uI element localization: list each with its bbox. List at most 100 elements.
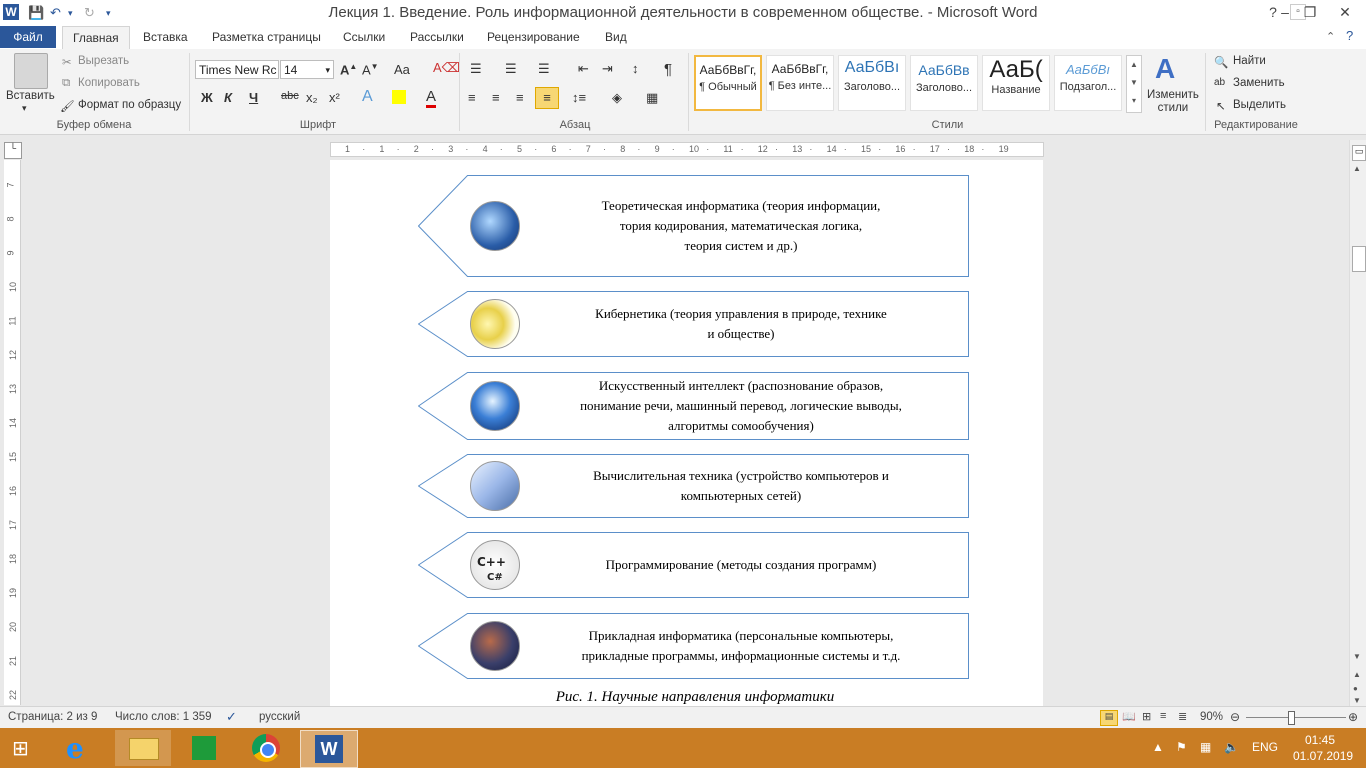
diagram-box[interactable]: C++ C# Программирование (методы создания п… bbox=[418, 532, 970, 598]
tab-review[interactable]: Рецензирование bbox=[477, 26, 590, 48]
word-taskbar-icon[interactable]: W bbox=[300, 730, 358, 768]
paste-dropdown-icon[interactable]: ▾ bbox=[22, 103, 27, 114]
zoom-in-icon[interactable]: ⊕ bbox=[1348, 710, 1358, 724]
web-layout-icon[interactable]: ⊞ bbox=[1142, 710, 1151, 723]
style-heading-2[interactable]: АаБбВв Заголово... bbox=[910, 55, 978, 111]
change-styles-button[interactable]: Изменить стили bbox=[1147, 89, 1199, 115]
document-page[interactable]: Теоретическая информатика (теория информ… bbox=[330, 160, 1043, 706]
scroll-down-icon[interactable]: ▼ bbox=[1353, 652, 1361, 661]
page-count[interactable]: Страница: 2 из 9 bbox=[8, 711, 97, 723]
numbering-icon[interactable]: ☰ bbox=[505, 61, 517, 77]
text-effects-icon[interactable]: A bbox=[362, 88, 373, 106]
bold-button[interactable]: Ж bbox=[201, 90, 213, 105]
find-button[interactable]: Найти bbox=[1233, 55, 1266, 67]
replace-button[interactable]: Заменить bbox=[1233, 77, 1285, 89]
horizontal-ruler[interactable]: 1 · 1 · 2 · 3 · 4 · 5 · 6 · 7 · 8 · 9 · 10 · 11 · 12 · 13 · 14 · 15 · 16… bbox=[330, 142, 1044, 157]
input-language[interactable]: ENG bbox=[1252, 740, 1278, 754]
font-color-icon[interactable]: A bbox=[426, 88, 437, 108]
diagram-box[interactable]: Искусственный интеллект (распознование о… bbox=[418, 372, 970, 440]
format-painter-button[interactable]: Формат по образцу bbox=[78, 99, 181, 111]
underline-button[interactable]: Ч bbox=[249, 90, 258, 105]
font-size-field[interactable]: 14 ▾ bbox=[280, 60, 334, 79]
grow-font-icon[interactable]: A▲ bbox=[340, 62, 357, 77]
tab-mailings[interactable]: Рассылки bbox=[400, 26, 474, 48]
word-count[interactable]: Число слов: 1 359 bbox=[115, 711, 212, 723]
internet-explorer-icon[interactable]: e bbox=[54, 730, 110, 766]
show-hidden-icons[interactable]: ▲ bbox=[1152, 740, 1164, 754]
tab-insert[interactable]: Вставка bbox=[133, 26, 198, 48]
highlight-icon[interactable] bbox=[392, 90, 406, 104]
decrease-indent-icon[interactable]: ⇤ bbox=[578, 61, 589, 77]
clock-date[interactable]: 01.07.2019 bbox=[1293, 749, 1353, 763]
collapse-ribbon-icon[interactable]: ⌃ bbox=[1326, 30, 1335, 43]
outline-icon[interactable]: ≡ bbox=[1160, 710, 1166, 722]
justify-icon[interactable]: ≡ bbox=[535, 87, 559, 109]
vertical-scrollbar[interactable]: ▭ ▲ ▼ ▲ ● ▼ bbox=[1349, 140, 1366, 706]
borders-icon[interactable]: ▦ bbox=[646, 90, 658, 106]
change-styles-icon[interactable]: A bbox=[1155, 53, 1175, 85]
italic-button[interactable]: К bbox=[224, 90, 232, 105]
increase-indent-icon[interactable]: ⇥ bbox=[602, 61, 613, 77]
ruler-toggle-icon[interactable]: ▭ bbox=[1352, 145, 1366, 161]
store-icon[interactable] bbox=[176, 730, 232, 766]
diagram-box[interactable]: Кибернетика (теория управления в природе… bbox=[418, 291, 970, 357]
shrink-font-icon[interactable]: A▼ bbox=[362, 62, 379, 77]
cut-button[interactable]: Вырезать bbox=[78, 55, 129, 67]
superscript-button[interactable]: x² bbox=[329, 90, 340, 105]
zoom-slider-track[interactable] bbox=[1246, 717, 1346, 718]
clock-time[interactable]: 01:45 bbox=[1305, 733, 1335, 747]
zoom-level[interactable]: 90% bbox=[1200, 711, 1223, 723]
zoom-slider-thumb[interactable] bbox=[1288, 711, 1295, 725]
close-button[interactable]: ✕ bbox=[1325, 2, 1365, 22]
windows-start-icon[interactable]: ⊞ bbox=[12, 736, 29, 761]
prev-page-icon[interactable]: ▲ bbox=[1353, 670, 1361, 679]
restore-button[interactable]: ❐ bbox=[1295, 2, 1325, 22]
clear-formatting-icon[interactable]: A⌫ bbox=[433, 60, 460, 76]
tab-references[interactable]: Ссылки bbox=[333, 26, 395, 48]
shading-icon[interactable]: ◈ bbox=[612, 90, 622, 106]
multilevel-list-icon[interactable]: ☰ bbox=[538, 61, 550, 77]
align-right-icon[interactable]: ≡ bbox=[516, 90, 524, 105]
zoom-out-icon[interactable]: ⊖ bbox=[1230, 710, 1240, 724]
show-marks-icon[interactable]: ¶ bbox=[664, 61, 672, 78]
copy-button[interactable]: Копировать bbox=[78, 77, 140, 89]
style-title[interactable]: АаБ(Название bbox=[982, 55, 1050, 111]
bullets-icon[interactable]: ☰ bbox=[470, 61, 482, 77]
align-left-icon[interactable]: ≡ bbox=[468, 90, 476, 105]
vertical-ruler[interactable]: 7 8 9 10 11 12 13 14 15 16 17 18 19 20 21 22 bbox=[4, 160, 21, 705]
style-subtitle[interactable]: АаБбВı Подзагол... bbox=[1054, 55, 1122, 111]
volume-icon[interactable]: 🔈 bbox=[1224, 740, 1239, 754]
style-no-spacing[interactable]: АаБбВвГг, ¶ Без инте... bbox=[766, 55, 834, 111]
diagram-box[interactable]: Теоретическая информатика (теория информ… bbox=[418, 175, 970, 277]
paste-button[interactable]: Вставить bbox=[6, 90, 55, 102]
select-button[interactable]: Выделить bbox=[1233, 99, 1286, 111]
file-explorer-icon[interactable] bbox=[115, 730, 171, 766]
font-name-field[interactable]: Times New Rc bbox=[195, 60, 279, 79]
tab-page-layout[interactable]: Разметка страницы bbox=[202, 26, 331, 48]
style-normal[interactable]: АаБбВвГг, ¶ Обычный bbox=[694, 55, 762, 111]
chrome-icon[interactable] bbox=[238, 730, 294, 766]
paste-icon[interactable] bbox=[14, 53, 48, 89]
browse-object-icon[interactable]: ● bbox=[1353, 684, 1358, 693]
draft-icon[interactable]: ≣ bbox=[1178, 710, 1187, 723]
network-icon[interactable]: ▦ bbox=[1200, 740, 1211, 754]
strikethrough-button[interactable]: abc bbox=[281, 90, 299, 102]
scroll-up-icon[interactable]: ▲ bbox=[1353, 164, 1361, 173]
proofing-icon[interactable]: ✓ bbox=[226, 709, 237, 725]
help-circle-icon[interactable]: ? bbox=[1346, 28, 1353, 43]
sort-icon[interactable]: ↕ bbox=[632, 61, 639, 76]
line-spacing-icon[interactable]: ↕≡ bbox=[572, 90, 586, 105]
action-center-icon[interactable]: ⚑ bbox=[1176, 740, 1187, 754]
align-center-icon[interactable]: ≡ bbox=[492, 90, 500, 105]
language-indicator[interactable]: русский bbox=[259, 711, 300, 723]
tab-selector-icon[interactable]: └ bbox=[4, 142, 22, 159]
print-layout-icon[interactable]: ▤ bbox=[1100, 710, 1118, 726]
tab-home[interactable]: Главная bbox=[62, 26, 130, 50]
subscript-button[interactable]: x₂ bbox=[306, 90, 318, 105]
diagram-box[interactable]: Прикладная информатика (персональные ком… bbox=[418, 613, 970, 679]
tab-file[interactable]: Файл bbox=[0, 26, 56, 48]
next-page-icon[interactable]: ▼ bbox=[1353, 696, 1361, 705]
scroll-thumb[interactable] bbox=[1352, 246, 1366, 272]
styles-scroll-control[interactable]: ▲ ▼ ▾ bbox=[1126, 55, 1142, 113]
full-screen-reading-icon[interactable]: 📖 bbox=[1122, 710, 1136, 723]
